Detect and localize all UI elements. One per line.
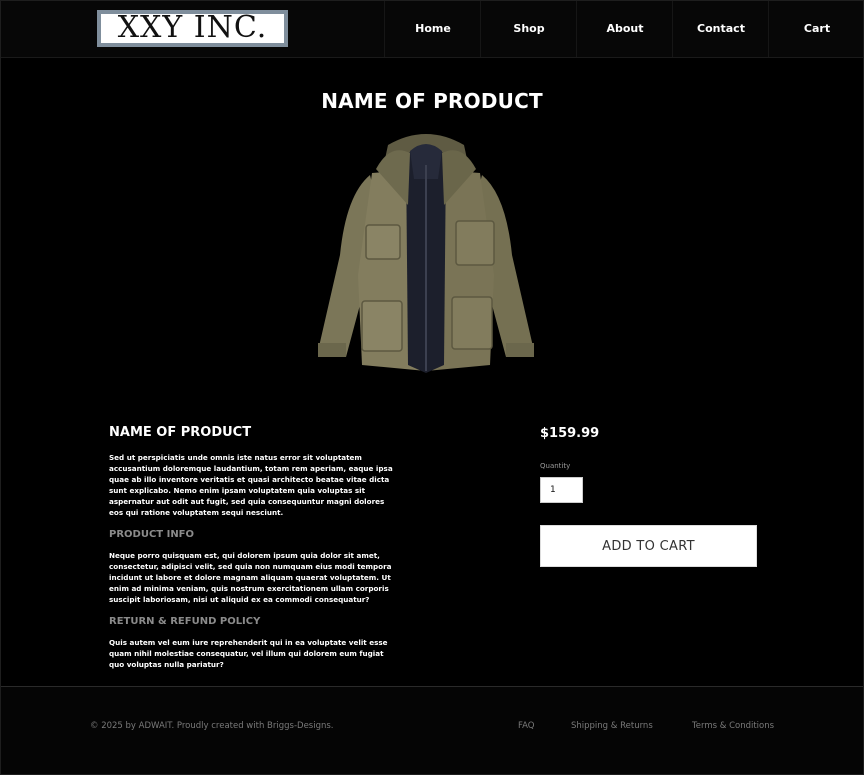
return-policy-text: Quis autem vel eum iure reprehenderit qu… (109, 638, 388, 669)
footer-link-faq[interactable]: FAQ (518, 721, 534, 731)
page-title: NAME OF PRODUCT (321, 89, 543, 113)
product-info-heading: PRODUCT INFO (109, 529, 195, 540)
product-description: Sed ut perspiciatis unde omnis iste natu… (109, 453, 393, 517)
quantity-label: Quantity (540, 462, 571, 470)
copyright-text: © 2025 by ADWAIT. Proudly created with B… (90, 721, 334, 731)
site-header: XXY INC. Home Shop About Contact Cart (0, 0, 864, 58)
nav-contact[interactable]: Contact (672, 0, 769, 57)
product-price: $159.99 (540, 426, 600, 441)
product-info-text: Neque porro quisquam est, qui dolorem ip… (109, 551, 392, 604)
site-footer (0, 687, 864, 775)
product-name: NAME OF PRODUCT (109, 425, 252, 440)
nav-cart[interactable]: Cart (768, 0, 864, 57)
jacket-image (318, 134, 534, 373)
nav-home[interactable]: Home (384, 0, 481, 57)
return-policy-heading: RETURN & REFUND POLICY (109, 616, 261, 627)
footer-link-shipping-returns[interactable]: Shipping & Returns (571, 721, 653, 731)
logo[interactable]: XXY INC. (97, 10, 288, 47)
quantity-input[interactable] (540, 477, 583, 503)
product-details: NAME OF PRODUCT Sed ut perspiciatis unde… (109, 424, 399, 670)
nav-about[interactable]: About (576, 0, 673, 57)
nav-shop[interactable]: Shop (480, 0, 577, 57)
footer-link-terms[interactable]: Terms & Conditions (692, 721, 774, 731)
add-to-cart-button[interactable]: ADD TO CART (540, 525, 757, 567)
